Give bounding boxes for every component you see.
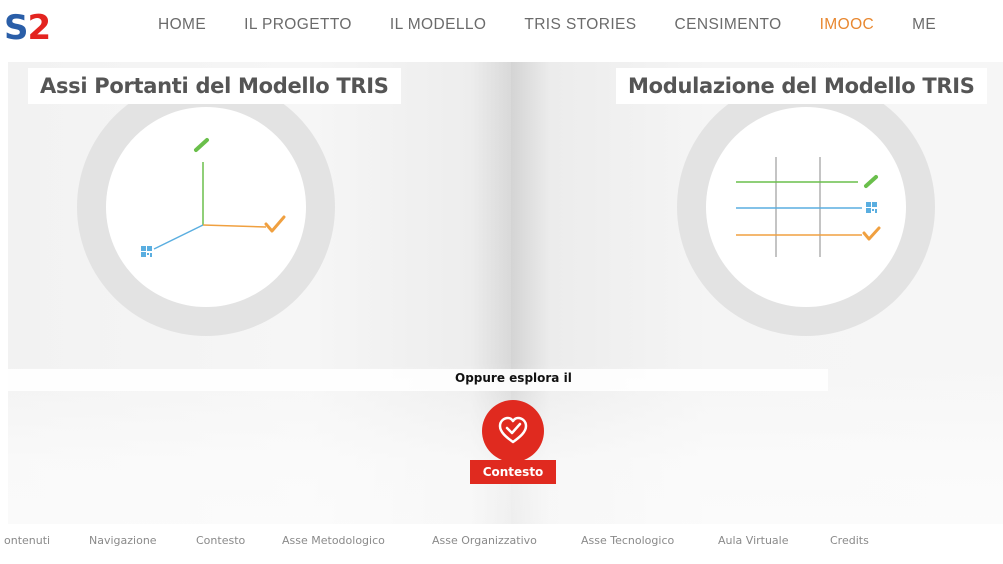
footer-nav-asse-organizzativo[interactable]: Asse Organizzativo [432, 534, 537, 547]
nav-more[interactable]: ME [912, 14, 936, 36]
footer-nav-aula-virtuale[interactable]: Aula Virtuale [718, 534, 789, 547]
depth-axis [153, 224, 204, 250]
qr-code-icon [141, 246, 152, 257]
footer-nav-credits[interactable]: Credits [830, 534, 869, 547]
pencil-icon [194, 138, 209, 152]
footer-nav-contenuti[interactable]: ontenuti [4, 534, 50, 547]
horizontal-axis [202, 224, 267, 228]
nav-home[interactable]: HOME [158, 14, 206, 36]
footer-nav-contesto[interactable]: Contesto [196, 534, 245, 547]
nav-imooc[interactable]: IMOOC [820, 14, 875, 36]
modulation-title: Modulazione del Modello TRIS [616, 68, 987, 104]
footer-nav-navigazione[interactable]: Navigazione [89, 534, 157, 547]
contesto-heart-button[interactable] [482, 400, 544, 462]
axes-title: Assi Portanti del Modello TRIS [28, 68, 401, 104]
logo-number: 2 [27, 8, 52, 48]
nav-il-modello[interactable]: IL MODELLO [390, 14, 486, 36]
modulation-ring[interactable] [677, 78, 935, 336]
modulation-circle [706, 107, 906, 307]
footer-nav-asse-tecnologico[interactable]: Asse Tecnologico [581, 534, 674, 547]
checkmark-icon [264, 215, 286, 233]
site-logo[interactable]: S2 [4, 8, 52, 48]
explore-label: Oppure esplora il [455, 371, 572, 385]
site-header: S2 HOME IL PROGETTO IL MODELLO TRIS STOR… [0, 0, 1003, 62]
qr-code-icon [866, 202, 877, 213]
axes-diagram [141, 138, 286, 257]
heart-icon [498, 416, 528, 444]
nav-tris-stories[interactable]: TRIS STORIES [524, 14, 636, 36]
pencil-icon [864, 175, 878, 188]
nav-censimento[interactable]: CENSIMENTO [675, 14, 782, 36]
axes-ring[interactable] [77, 78, 335, 336]
main-nav: HOME IL PROGETTO IL MODELLO TRIS STORIES… [158, 14, 974, 36]
axes-circle [106, 107, 306, 307]
contesto-button[interactable]: Contesto [470, 460, 556, 484]
logo-letter: S [4, 8, 28, 48]
explore-band [8, 369, 828, 391]
modulation-diagram [736, 157, 881, 257]
nav-il-progetto[interactable]: IL PROGETTO [244, 14, 352, 36]
checkmark-icon [862, 226, 881, 241]
footer-nav-asse-metodologico[interactable]: Asse Metodologico [282, 534, 385, 547]
book-stage: Assi Portanti del Modello TRIS Modulazio… [8, 62, 1003, 524]
